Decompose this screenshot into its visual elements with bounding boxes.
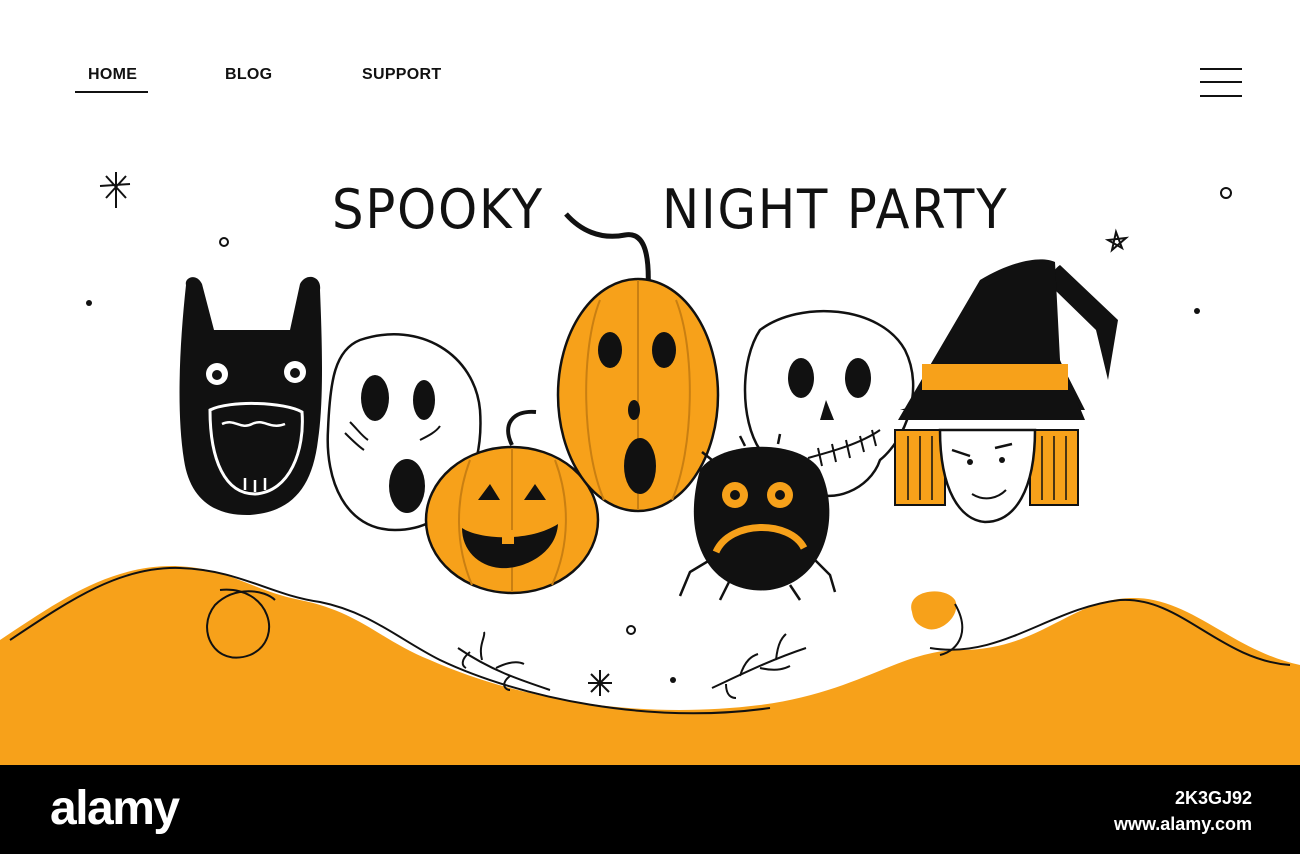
tall-pumpkin-character [556, 212, 720, 513]
nav-home-link[interactable]: HOME [88, 66, 137, 84]
bat-mask-character [179, 276, 322, 516]
orange-blob [911, 591, 957, 630]
halloween-illustration [0, 172, 1300, 765]
image-id: 2K3GJ92 [1174, 788, 1252, 808]
top-navigation: HOME BLOG SUPPORT [0, 66, 1300, 106]
active-nav-underline [75, 91, 148, 93]
hamburger-menu-icon[interactable] [1198, 66, 1244, 100]
nav-blog-link[interactable]: BLOG [225, 66, 272, 84]
orange-wave-ground [0, 565, 1300, 765]
image-id-block: 2K3GJ92 www.alamy.com [1114, 785, 1252, 837]
alamy-logo: alamy [50, 782, 180, 835]
site-url: www.alamy.com [1113, 814, 1252, 834]
watermark-footer: alamy 2K3GJ92 www.alamy.com [0, 765, 1300, 854]
branch-right [711, 633, 807, 699]
nav-support-link[interactable]: SUPPORT [362, 66, 441, 84]
witch-character [894, 259, 1118, 524]
